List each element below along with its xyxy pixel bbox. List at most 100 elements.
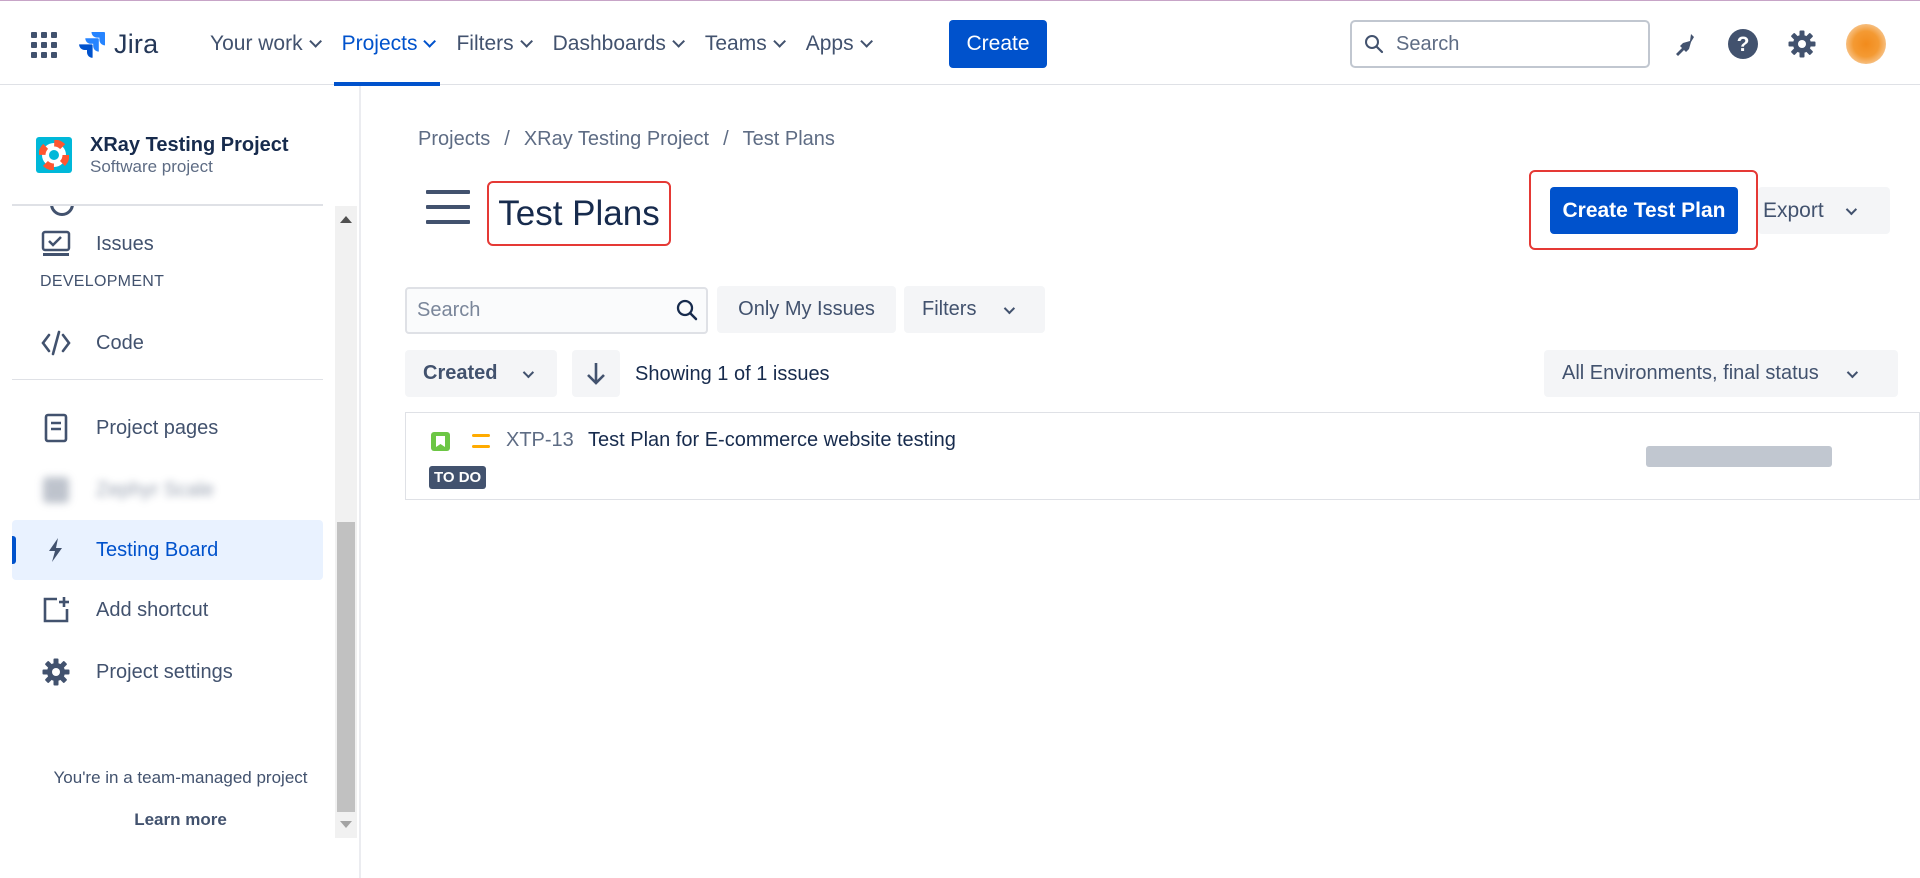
nav-apps[interactable]: Apps bbox=[794, 1, 881, 86]
page-title-highlight: Test Plans bbox=[487, 181, 671, 246]
top-navigation-bar: Jira Your work Projects Filters Dashboar… bbox=[0, 0, 1920, 86]
sidebar-item-testing-board[interactable]: Testing Board bbox=[12, 520, 323, 580]
chevron-down-icon bbox=[1845, 203, 1857, 215]
chevron-down-icon bbox=[859, 35, 873, 48]
issue-search[interactable] bbox=[405, 287, 708, 334]
sidebar-item-label: Code bbox=[96, 331, 144, 354]
sidebar-item-issues[interactable]: Issues bbox=[12, 214, 323, 274]
export-label: Export bbox=[1763, 198, 1824, 222]
team-managed-note: You're in a team-managed project bbox=[53, 768, 308, 787]
filters-label: Filters bbox=[922, 298, 977, 320]
global-search-input[interactable] bbox=[1396, 32, 1626, 56]
arrow-down-icon bbox=[587, 362, 605, 385]
help-icon[interactable]: ? bbox=[1726, 27, 1760, 61]
test-plan-type-icon bbox=[431, 432, 450, 451]
nav-filters[interactable]: Filters bbox=[444, 1, 540, 86]
breadcrumb-project[interactable]: XRay Testing Project bbox=[524, 128, 709, 151]
status-badge: TO DO bbox=[429, 466, 487, 489]
chevron-down-icon bbox=[423, 35, 437, 48]
page-icon bbox=[40, 412, 72, 444]
sort-field-label: Created bbox=[423, 362, 498, 384]
issue-key[interactable]: XTP-13 bbox=[506, 429, 574, 452]
project-type: Software project bbox=[90, 157, 213, 176]
scroll-up-icon[interactable] bbox=[340, 216, 352, 223]
nav-filters-label: Filters bbox=[456, 31, 514, 55]
sort-field-dropdown[interactable]: Created bbox=[405, 350, 557, 397]
learn-more-link[interactable]: Learn more bbox=[0, 810, 361, 830]
issue-row[interactable]: XTP-13 Test Plan for E-commerce website … bbox=[405, 412, 1920, 500]
sort-direction-button[interactable] bbox=[572, 350, 620, 397]
nav-projects-label: Projects bbox=[341, 31, 418, 55]
chevron-down-icon bbox=[519, 35, 533, 48]
app-switcher-icon[interactable] bbox=[31, 32, 57, 58]
divider bbox=[12, 379, 323, 380]
project-name: XRay Testing Project bbox=[90, 134, 289, 156]
jira-logo[interactable]: Jira bbox=[76, 25, 158, 63]
sidebar-scrollbar[interactable] bbox=[335, 206, 357, 838]
chevron-down-icon bbox=[672, 35, 685, 48]
create-test-plan-button[interactable]: Create Test Plan bbox=[1550, 187, 1738, 234]
page-title: Test Plans bbox=[498, 193, 660, 233]
settings-icon[interactable] bbox=[1785, 27, 1819, 61]
nav-dashboards[interactable]: Dashboards bbox=[541, 1, 693, 86]
code-icon bbox=[40, 327, 72, 359]
nav-teams-label: Teams bbox=[704, 31, 767, 55]
environment-dropdown[interactable]: All Environments, final status bbox=[1544, 350, 1898, 397]
nav-apps-label: Apps bbox=[805, 31, 854, 55]
sidebar-item-label: Project pages bbox=[96, 416, 219, 439]
search-icon bbox=[1365, 35, 1384, 54]
issue-summary[interactable]: Test Plan for E-commerce website testing bbox=[588, 429, 956, 452]
nav-teams[interactable]: Teams bbox=[693, 1, 794, 86]
product-name: Jira bbox=[114, 28, 159, 59]
project-avatar-icon bbox=[36, 137, 72, 173]
export-button[interactable]: Export bbox=[1758, 187, 1890, 234]
chevron-down-icon bbox=[523, 366, 535, 378]
search-icon bbox=[676, 299, 698, 321]
priority-medium-icon bbox=[472, 434, 490, 448]
project-sidebar: XRay Testing Project Software project Is… bbox=[0, 86, 361, 878]
sidebar-item-label: Add shortcut bbox=[96, 598, 209, 621]
sidebar-item-label: Zephyr Scale bbox=[96, 478, 214, 501]
menu-icon[interactable] bbox=[426, 190, 470, 224]
sidebar-item-label: Issues bbox=[96, 232, 154, 255]
svg-text:?: ? bbox=[1737, 33, 1750, 56]
create-button[interactable]: Create bbox=[949, 20, 1047, 68]
breadcrumb-projects[interactable]: Projects bbox=[418, 128, 490, 151]
breadcrumb-test-plans[interactable]: Test Plans bbox=[743, 128, 835, 151]
nav-your-work[interactable]: Your work bbox=[198, 1, 330, 86]
breadcrumb-separator: / bbox=[504, 128, 510, 150]
nav-your-work-label: Your work bbox=[210, 31, 303, 55]
chevron-down-icon bbox=[772, 35, 786, 48]
add-shortcut-icon bbox=[40, 594, 72, 626]
chevron-down-icon bbox=[1004, 302, 1016, 314]
only-my-issues-button[interactable]: Only My Issues bbox=[717, 286, 896, 333]
results-count: Showing 1 of 1 issues bbox=[635, 363, 830, 385]
zephyr-icon bbox=[40, 474, 72, 506]
issue-search-input[interactable] bbox=[417, 299, 657, 322]
nav-dashboards-label: Dashboards bbox=[552, 31, 666, 55]
sidebar-item-code[interactable]: Code bbox=[12, 313, 323, 373]
notifications-icon[interactable] bbox=[1667, 27, 1701, 61]
breadcrumb: Projects / XRay Testing Project / Test P… bbox=[418, 128, 835, 151]
nav-projects[interactable]: Projects bbox=[330, 1, 445, 86]
main-nav: Your work Projects Filters Dashboards Te… bbox=[198, 1, 881, 86]
test-progress-bar bbox=[1646, 446, 1832, 467]
environment-label: All Environments, final status bbox=[1562, 362, 1819, 384]
sidebar-item-project-pages[interactable]: Project pages bbox=[12, 398, 323, 458]
sidebar-item-project-settings[interactable]: Project settings bbox=[12, 642, 323, 702]
chevron-down-icon bbox=[1846, 366, 1858, 378]
jira-logo-icon bbox=[79, 32, 105, 58]
sidebar-scroll-area[interactable]: Issues DEVELOPMENT Code Project pages Ze… bbox=[12, 206, 323, 838]
sidebar-item-add-shortcut[interactable]: Add shortcut bbox=[12, 580, 323, 640]
global-search[interactable] bbox=[1350, 20, 1650, 68]
sidebar-item-label: Testing Board bbox=[96, 538, 219, 561]
sidebar-item-zephyr-scale[interactable]: Zephyr Scale bbox=[12, 460, 323, 520]
development-heading: DEVELOPMENT bbox=[40, 273, 165, 290]
user-avatar[interactable] bbox=[1846, 24, 1886, 64]
project-header[interactable]: XRay Testing Project Software project bbox=[36, 133, 289, 177]
breadcrumb-separator: / bbox=[723, 128, 729, 150]
filters-button[interactable]: Filters bbox=[904, 286, 1045, 333]
settings-icon bbox=[40, 656, 72, 688]
lightning-icon bbox=[40, 534, 72, 566]
issues-icon bbox=[40, 228, 72, 260]
